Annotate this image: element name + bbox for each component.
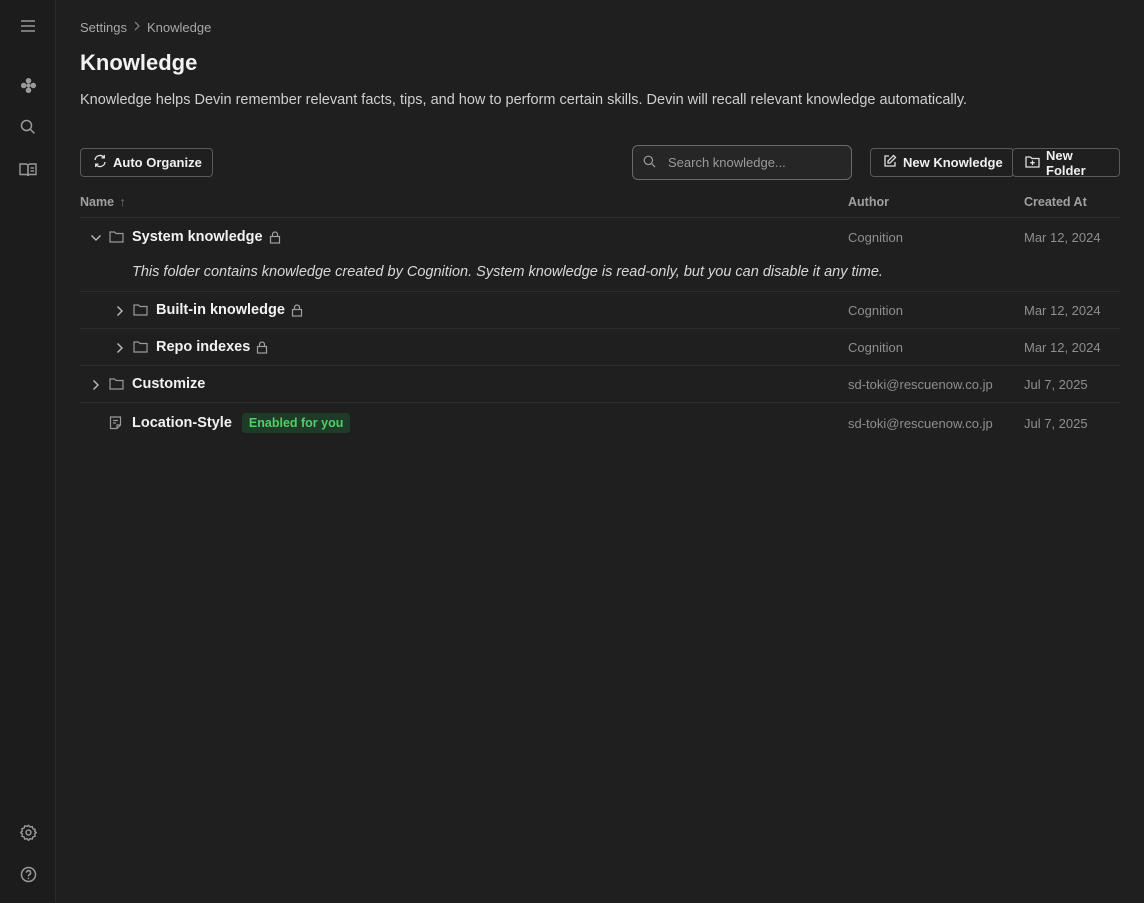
new-knowledge-button[interactable]: New Knowledge xyxy=(870,148,1014,177)
row-name[interactable]: Customize xyxy=(132,376,205,392)
new-knowledge-label: New Knowledge xyxy=(903,155,1003,170)
document-icon xyxy=(109,416,122,433)
row-created-at: Mar 12, 2024 xyxy=(1024,340,1101,355)
auto-organize-label: Auto Organize xyxy=(113,155,202,170)
row-name[interactable]: Repo indexes xyxy=(156,339,268,355)
row-created-at: Jul 7, 2025 xyxy=(1024,377,1088,392)
row-author: Cognition xyxy=(848,340,903,355)
table-row[interactable]: Location-Style Enabled for you sd-toki@r… xyxy=(80,403,1120,444)
table-header: Name ↑ Author Created At xyxy=(80,194,1120,218)
row-author: sd-toki@rescuenow.co.jp xyxy=(848,377,993,392)
edit-icon xyxy=(883,154,897,171)
row-name-label: Built-in knowledge xyxy=(156,302,285,318)
breadcrumb-settings-link[interactable]: Settings xyxy=(80,20,127,35)
folder-description: This folder contains knowledge created b… xyxy=(132,264,883,280)
row-author: Cognition xyxy=(848,230,903,245)
table-row[interactable]: System knowledge Cognition Mar 12, 2024 … xyxy=(80,219,1120,292)
row-name-label: Customize xyxy=(132,376,206,392)
breadcrumb: Settings Knowledge xyxy=(80,20,211,35)
chevron-down-icon[interactable] xyxy=(90,231,102,247)
chevron-right-icon xyxy=(133,21,141,34)
search-box[interactable] xyxy=(632,145,852,180)
settings-icon[interactable] xyxy=(17,821,39,843)
row-created-at: Mar 12, 2024 xyxy=(1024,303,1101,318)
column-header-name[interactable]: Name ↑ xyxy=(80,195,126,209)
chevron-right-icon[interactable] xyxy=(90,378,102,394)
column-name-label: Name xyxy=(80,195,115,209)
search-icon xyxy=(643,155,656,171)
row-name[interactable]: Built-in knowledge xyxy=(156,302,303,318)
chevron-right-icon[interactable] xyxy=(114,304,126,320)
sort-arrow-icon: ↑ xyxy=(119,195,126,209)
row-created-at: Jul 7, 2025 xyxy=(1024,416,1088,431)
sidebar xyxy=(0,0,56,903)
row-author: Cognition xyxy=(848,303,903,318)
row-name[interactable]: Location-Style Enabled for you xyxy=(132,413,351,433)
page-title: Knowledge xyxy=(80,50,198,75)
folder-icon xyxy=(109,230,124,246)
column-header-author[interactable]: Author xyxy=(848,195,889,209)
page-description: Knowledge helps Devin remember relevant … xyxy=(80,92,968,108)
menu-icon[interactable] xyxy=(17,15,39,37)
new-folder-label: New Folder xyxy=(1046,147,1086,178)
new-folder-button[interactable]: New Folder xyxy=(1012,147,1120,178)
help-icon[interactable] xyxy=(17,863,39,885)
search-input[interactable] xyxy=(668,155,828,170)
auto-organize-button[interactable]: Auto Organize xyxy=(80,148,213,177)
folder-plus-icon xyxy=(1025,155,1040,171)
row-name-label: Repo indexes xyxy=(156,339,251,355)
lock-icon xyxy=(256,340,268,354)
table-row[interactable]: Built-in knowledge Cognition Mar 12, 202… xyxy=(80,292,1120,329)
lock-icon xyxy=(291,303,303,317)
folder-icon xyxy=(133,303,148,319)
devin-logo-icon[interactable] xyxy=(17,74,39,96)
row-created-at: Mar 12, 2024 xyxy=(1024,230,1101,245)
refresh-icon xyxy=(93,154,107,171)
row-name-label: Location-Style xyxy=(132,415,232,431)
search-icon[interactable] xyxy=(17,116,39,138)
folder-icon xyxy=(133,340,148,356)
row-name-label: System knowledge xyxy=(132,229,263,245)
chevron-right-icon[interactable] xyxy=(114,341,126,357)
main-content: Settings Knowledge Knowledge Knowledge h… xyxy=(80,0,1120,903)
book-icon[interactable] xyxy=(17,159,39,181)
table-row[interactable]: Customize sd-toki@rescuenow.co.jp Jul 7,… xyxy=(80,366,1120,403)
breadcrumb-current: Knowledge xyxy=(146,20,212,35)
folder-icon xyxy=(109,377,124,393)
row-author: sd-toki@rescuenow.co.jp xyxy=(848,416,993,431)
table-row[interactable]: Repo indexes Cognition Mar 12, 2024 xyxy=(80,329,1120,366)
column-header-created-at[interactable]: Created At xyxy=(1024,195,1087,209)
lock-icon xyxy=(269,230,281,244)
row-name[interactable]: System knowledge xyxy=(132,229,281,245)
enabled-badge: Enabled for you xyxy=(241,413,351,433)
